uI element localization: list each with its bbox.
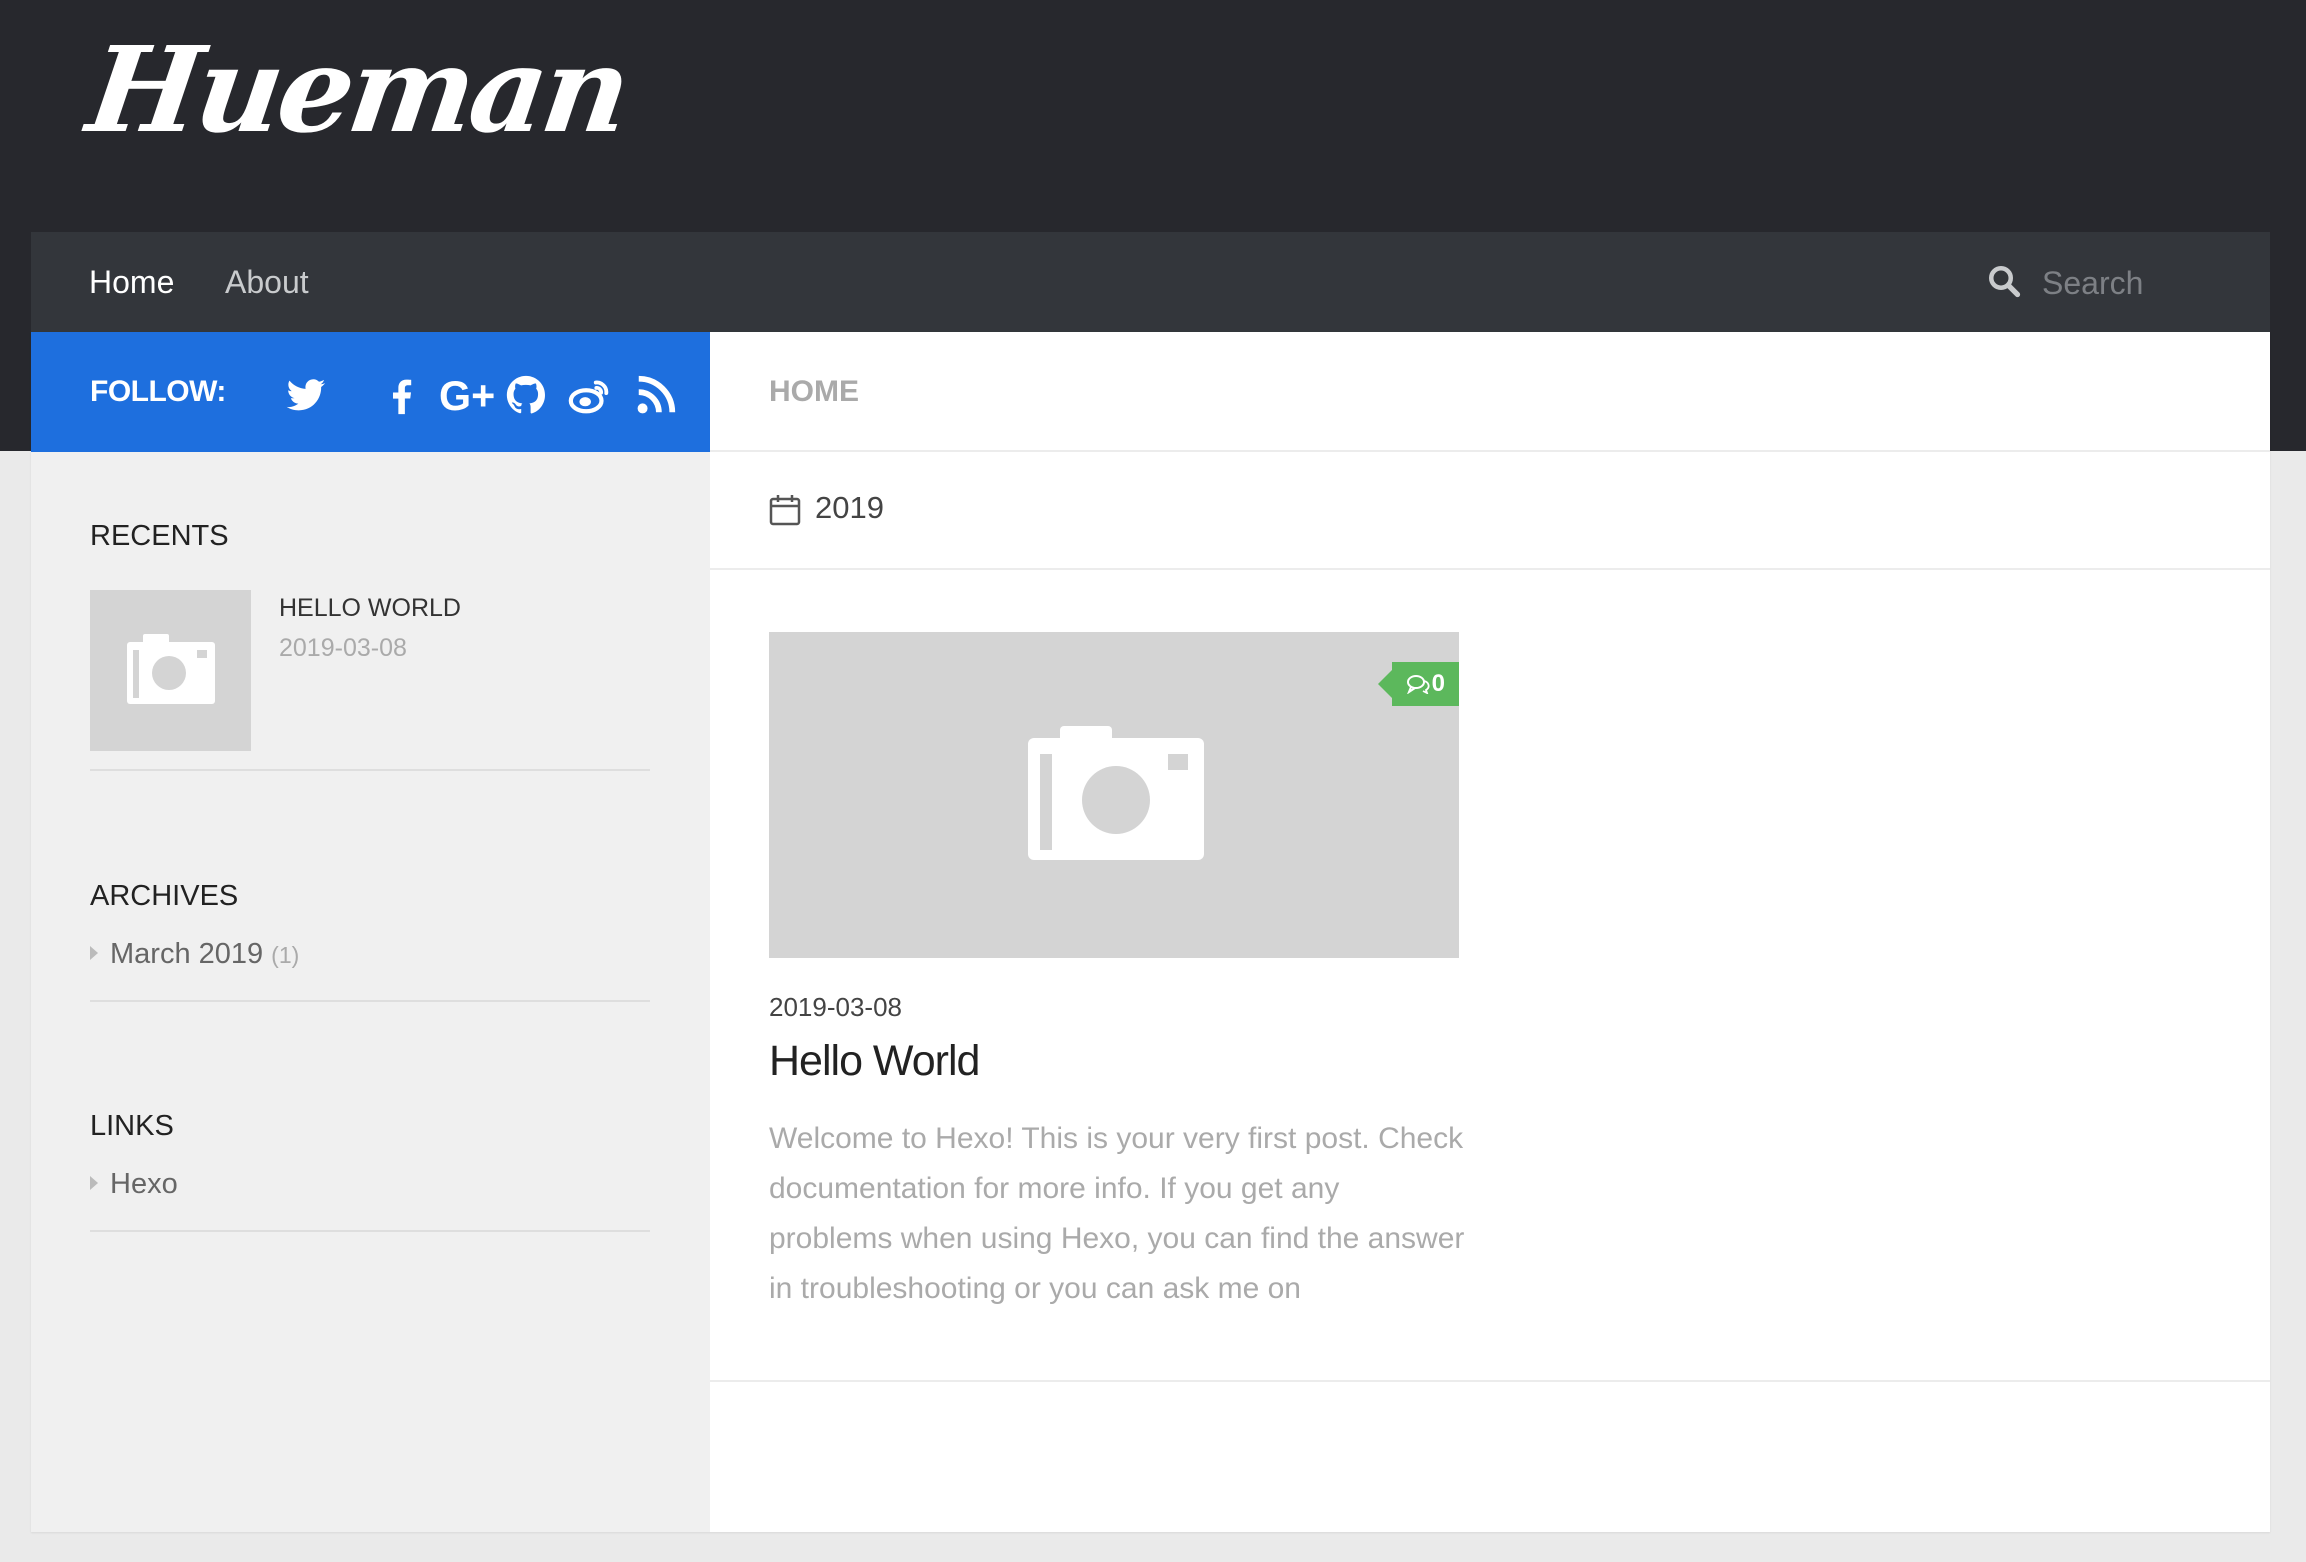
recents-title: RECENTS <box>90 520 229 552</box>
camera-icon <box>1028 726 1204 860</box>
post-date: 2019-03-08 <box>769 992 902 1022</box>
search-icon[interactable] <box>1986 263 2022 299</box>
rss-icon[interactable] <box>633 372 679 418</box>
divider <box>90 1230 650 1232</box>
archive-link[interactable]: March 2019 (1) <box>90 938 299 971</box>
recent-post-thumbnail[interactable] <box>90 590 251 751</box>
weibo-icon[interactable] <box>567 372 613 418</box>
caret-right-icon <box>90 946 98 961</box>
link-hexo[interactable]: Hexo <box>90 1168 178 1201</box>
facebook-icon[interactable] <box>379 372 425 418</box>
search-box <box>1986 232 2286 332</box>
link-label: Hexo <box>110 1168 178 1200</box>
post-thumbnail[interactable]: 0 <box>769 632 1459 958</box>
main-nav: Home About <box>31 232 2284 332</box>
comment-count-badge[interactable]: 0 <box>1377 662 1459 706</box>
recent-post-date: 2019-03-08 <box>279 634 407 662</box>
year-heading: 2019 <box>815 490 884 525</box>
breadcrumb: HOME <box>769 375 859 408</box>
divider <box>710 568 2270 570</box>
caret-right-icon <box>90 1176 98 1191</box>
links-title: LINKS <box>90 1110 174 1142</box>
archive-label: March 2019 <box>110 938 264 970</box>
github-icon[interactable] <box>503 372 549 418</box>
site-logo[interactable]: Hueman <box>80 20 635 159</box>
follow-label: FOLLOW: <box>90 375 226 408</box>
svg-text:G+: G+ <box>439 373 495 418</box>
sidebar: FOLLOW: G+ RECENTS HELLO WORLD 2019-03-0… <box>31 332 710 1532</box>
divider <box>710 450 2270 452</box>
archive-count: (1) <box>271 942 300 968</box>
calendar-icon <box>769 495 801 526</box>
search-input[interactable] <box>2040 258 2284 308</box>
post-excerpt: Welcome to Hexo! This is your very first… <box>769 1122 1465 1305</box>
google-plus-icon[interactable]: G+ <box>439 372 499 418</box>
twitter-icon[interactable] <box>283 372 329 418</box>
camera-icon <box>127 634 215 704</box>
recent-post-title[interactable]: HELLO WORLD <box>279 594 461 623</box>
comment-count: 0 <box>1431 670 1445 697</box>
comments-icon <box>1406 675 1430 695</box>
archives-title: ARCHIVES <box>90 880 239 912</box>
divider <box>90 1000 650 1002</box>
post-title[interactable]: Hello World <box>769 1037 980 1086</box>
follow-bar: FOLLOW: G+ <box>31 332 710 452</box>
divider <box>90 769 650 771</box>
main-content: HOME 2019 0 2019-03-08 Hello World Welco… <box>710 332 2270 1532</box>
divider <box>710 1380 2270 1382</box>
nav-item-about[interactable]: About <box>225 232 309 332</box>
nav-item-home[interactable]: Home <box>89 232 174 332</box>
page-container: FOLLOW: G+ RECENTS HELLO WORLD 2019-03-0… <box>31 332 2270 1532</box>
